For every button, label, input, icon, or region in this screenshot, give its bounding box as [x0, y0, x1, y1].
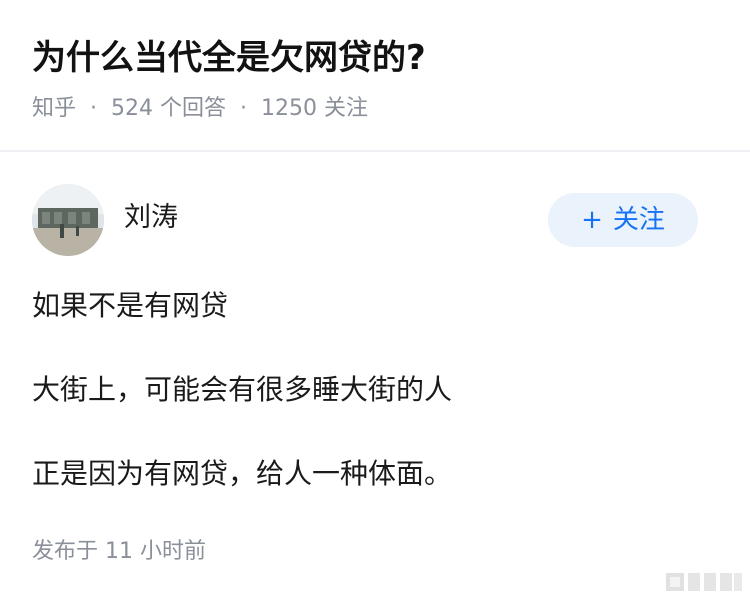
answer-count-label: 个回答 [160, 96, 227, 121]
publish-label: 发布于 [32, 539, 99, 564]
follow-button[interactable]: + 关注 [548, 193, 698, 247]
question-title[interactable]: 为什么当代全是欠网贷的? [32, 36, 426, 80]
publish-time-value: 11 小时前 [105, 539, 207, 564]
watermark-logo-icon [666, 573, 742, 591]
divider [0, 150, 750, 152]
follow-count: 1250 [261, 96, 318, 121]
answer-paragraph: 大街上，可能会有很多睡大街的人 [32, 373, 453, 406]
answer-count: 524 [111, 96, 154, 121]
follow-button-label: 关注 [612, 205, 665, 235]
meta-separator: · [240, 96, 248, 121]
avatar-photo-icon [32, 184, 104, 256]
publish-time: 发布于 11 小时前 [32, 535, 206, 569]
question-header: 为什么当代全是欠网贷的? 知乎 · 524 个回答 · 1250 关注 [0, 0, 750, 150]
source-label[interactable]: 知乎 [32, 92, 76, 126]
answer-paragraph: 正是因为有网贷，给人一种体面。 [32, 457, 453, 490]
avatar[interactable] [32, 184, 104, 256]
question-meta: 知乎 · 524 个回答 · 1250 关注 [32, 92, 368, 126]
author-row: 刘涛 + 关注 [0, 180, 750, 260]
author-name[interactable]: 刘涛 [124, 200, 178, 236]
answer-paragraph: 如果不是有网贷 [32, 289, 229, 322]
answer-page: 为什么当代全是欠网贷的? 知乎 · 524 个回答 · 1250 关注 刘涛 + 关注 [0, 0, 750, 602]
follow-count-label: 关注 [324, 96, 369, 121]
meta-separator: · [90, 96, 98, 121]
plus-icon: + [581, 205, 603, 235]
